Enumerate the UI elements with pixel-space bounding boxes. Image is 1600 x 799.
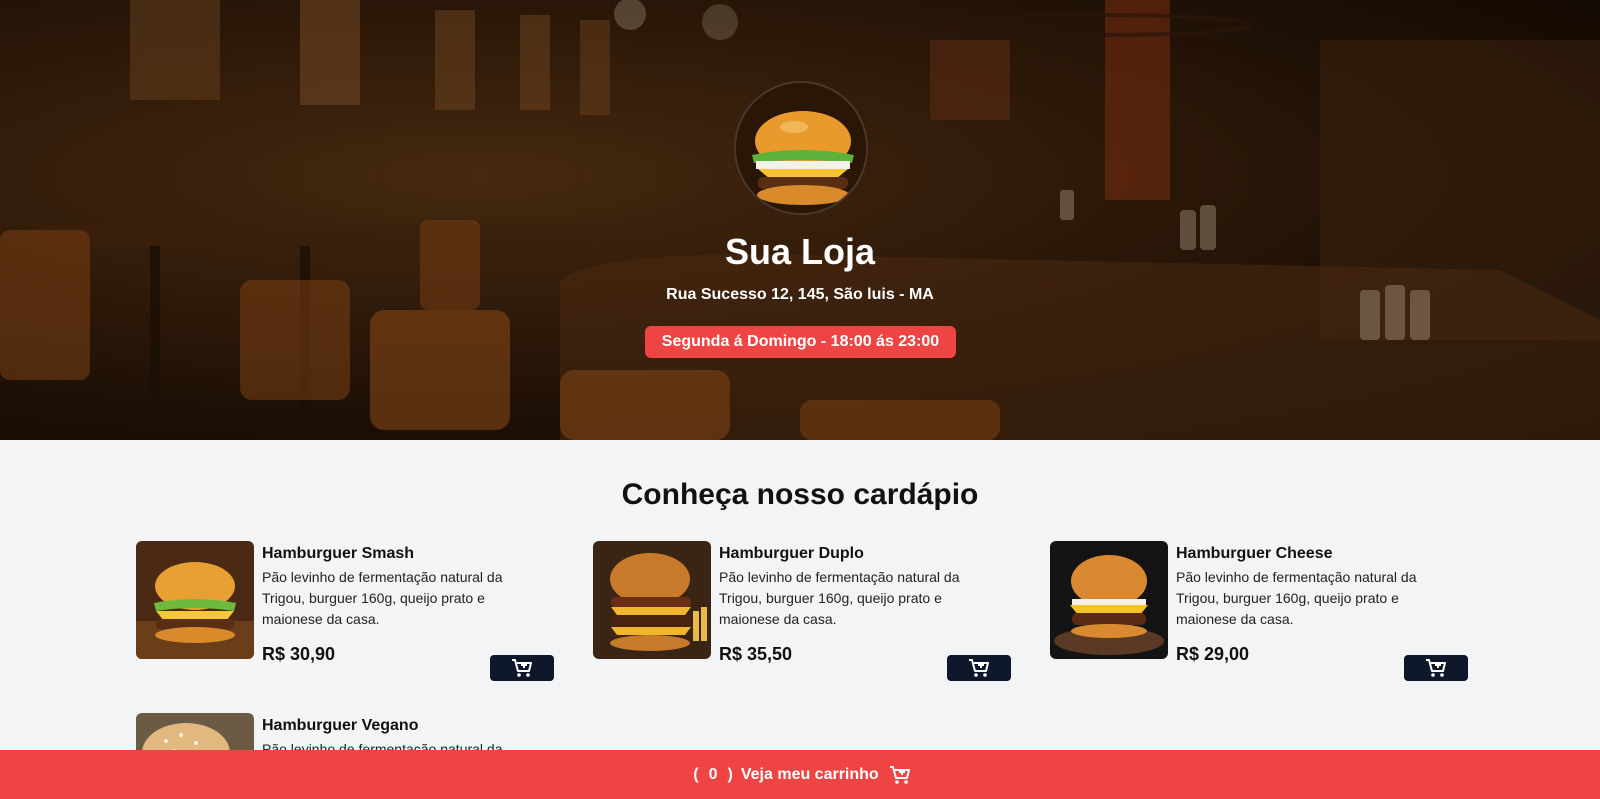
product-name: Hamburguer Cheese — [1176, 545, 1333, 562]
view-cart-button[interactable]: ( 0 ) Veja meu carrinho — [0, 750, 1600, 799]
product-price: R$ 29,00 — [1176, 644, 1250, 664]
product-name: Hamburguer Vegano — [262, 717, 419, 734]
burger-duplo-image — [593, 541, 711, 659]
add-to-cart-icon — [969, 659, 989, 677]
store-address: Rua Sucesso 12, 145, São luis - MA — [666, 286, 934, 303]
product-card: Hamburguer Duplo Pão levinho de fermenta… — [593, 541, 1011, 681]
opening-hours-badge: Segunda á Domingo - 18:00 ás 23:00 — [645, 326, 956, 358]
product-description: Pão levinho de fermentação natural da Tr… — [1176, 569, 1417, 627]
product-price: R$ 30,90 — [262, 644, 336, 664]
product-name: Hamburguer Duplo — [719, 545, 864, 562]
add-to-cart-button[interactable] — [947, 655, 1011, 681]
cart-count-close: ) — [727, 765, 733, 783]
cart-count: 0 — [708, 765, 718, 783]
cart-label: Veja meu carrinho — [740, 765, 879, 783]
menu-section-title: Conheça nosso cardápio — [621, 478, 979, 511]
add-to-cart-button[interactable] — [490, 655, 554, 681]
hero-banner: Sua Loja Rua Sucesso 12, 145, São luis -… — [0, 0, 1600, 440]
add-to-cart-button[interactable] — [1404, 655, 1468, 681]
product-description: Pão levinho de fermentação natural da Tr… — [719, 569, 960, 627]
product-card: Hamburguer Smash Pão levinho de fermenta… — [136, 541, 554, 681]
add-to-cart-icon — [1426, 659, 1446, 677]
product-card: Hamburguer Cheese Pão levinho de ferment… — [1050, 541, 1468, 681]
product-price: R$ 35,50 — [719, 644, 793, 664]
add-to-cart-icon — [512, 659, 532, 677]
hero-content: Sua Loja Rua Sucesso 12, 145, São luis -… — [0, 0, 1600, 440]
burger-smash-image — [136, 541, 254, 659]
cart-icon — [889, 765, 910, 784]
burger-logo-icon — [734, 81, 868, 215]
product-description: Pão levinho de fermentação natural da Tr… — [262, 569, 503, 627]
product-name: Hamburguer Smash — [262, 545, 415, 562]
store-name: Sua Loja — [724, 231, 876, 272]
cart-count-open: ( — [693, 765, 699, 783]
burger-cheese-image — [1050, 541, 1168, 659]
